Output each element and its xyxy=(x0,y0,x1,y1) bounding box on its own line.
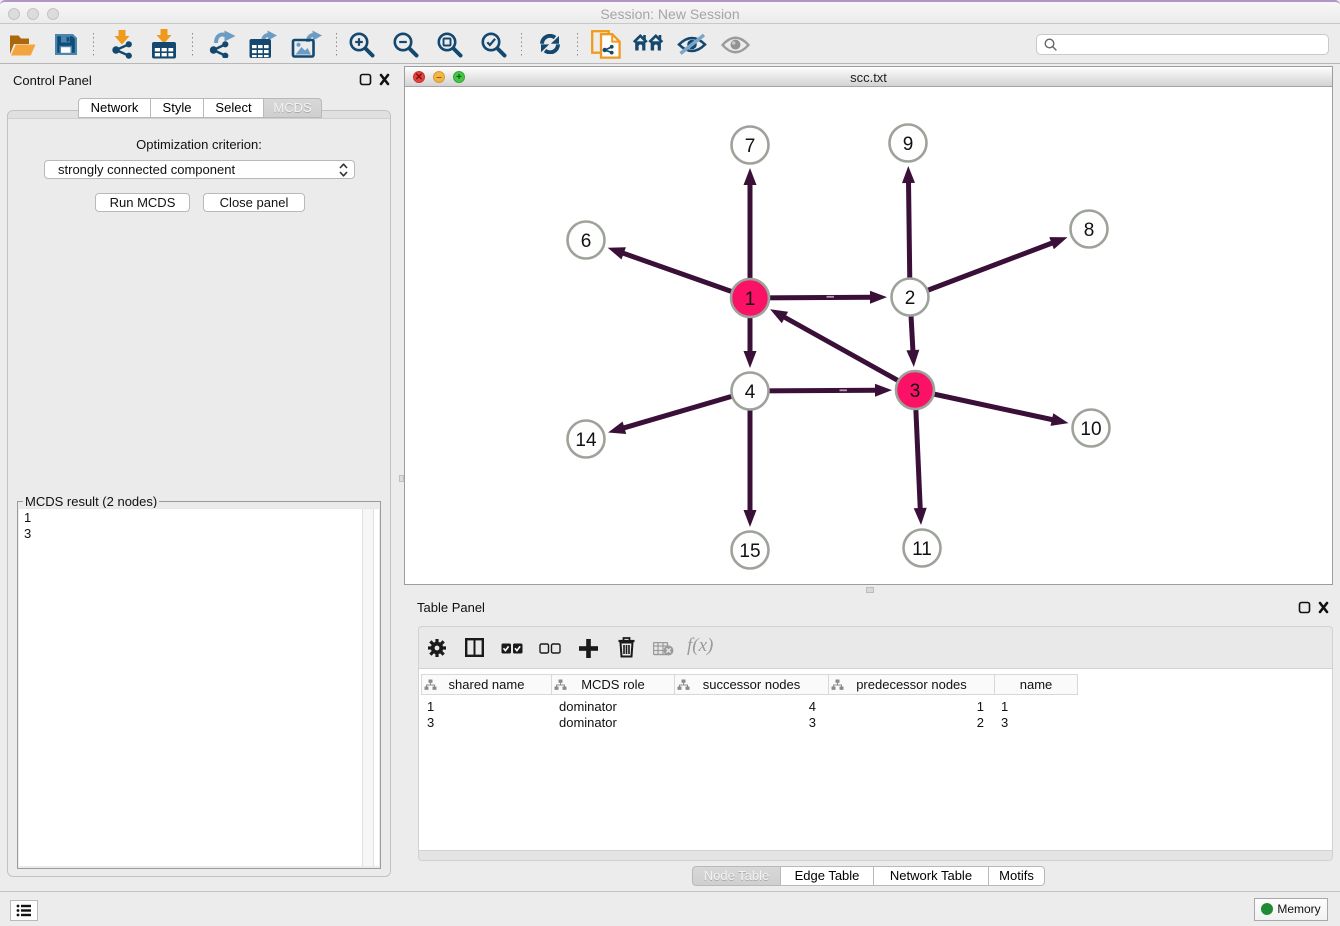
svg-text:9: 9 xyxy=(903,134,914,155)
svg-text:8: 8 xyxy=(1084,220,1095,241)
svg-text:3: 3 xyxy=(910,381,921,402)
svg-text:14: 14 xyxy=(575,430,597,451)
svg-text:7: 7 xyxy=(745,136,756,157)
svg-text:1: 1 xyxy=(745,289,756,310)
svg-text:6: 6 xyxy=(581,231,592,252)
svg-text:11: 11 xyxy=(912,539,932,560)
svg-text:15: 15 xyxy=(739,541,760,562)
svg-text:10: 10 xyxy=(1080,419,1101,440)
svg-text:4: 4 xyxy=(745,382,756,403)
svg-text:2: 2 xyxy=(905,288,916,309)
